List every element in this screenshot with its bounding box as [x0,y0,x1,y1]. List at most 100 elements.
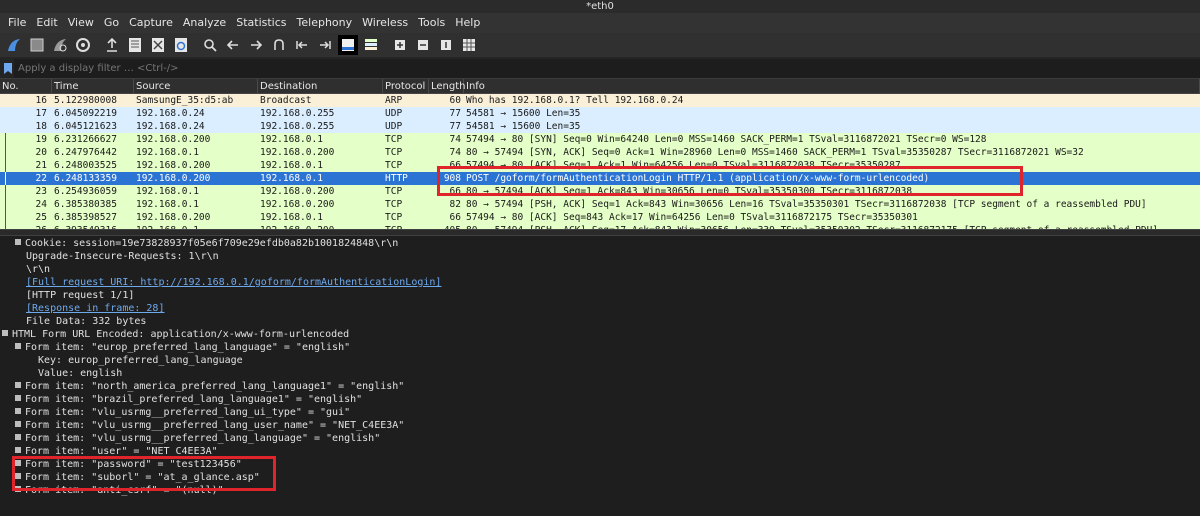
pane-splitter[interactable] [0,229,1200,236]
column-info[interactable]: Info [464,79,1200,93]
detail-tree-item[interactable]: Key: europ_preferred_lang_language [0,354,1200,367]
detail-link-text[interactable]: [Full request URI: http://192.168.0.1/go… [26,277,441,288]
menu-capture[interactable]: Capture [124,13,178,33]
reload-icon[interactable] [171,35,191,55]
menu-file[interactable]: File [3,13,31,33]
packet-row[interactable]: 18 6.045121623 192.168.0.24 192.168.0.255 UD… [0,120,1200,133]
options-gear-icon[interactable] [73,35,93,55]
packet-row[interactable]: 22 6.248133359 192.168.0.200 192.168.0.1 HTT… [0,172,1200,185]
find-magnifier-icon[interactable] [200,35,220,55]
menu-view[interactable]: View [63,13,99,33]
detail-text: Form item: "user" = "NET_C4EE3A" [25,446,218,457]
detail-tree-item[interactable]: Form item: "vlu_usrmg__preferred_lang_la… [0,432,1200,445]
packet-source-cell: 192.168.0.200 [136,160,211,171]
zoom-in-icon[interactable] [390,35,410,55]
open-file-icon[interactable] [102,35,122,55]
restart-fin-icon[interactable] [50,35,70,55]
menu-analyze[interactable]: Analyze [178,13,231,33]
go-back-arrow-icon[interactable] [223,35,243,55]
detail-tree-item[interactable]: Form item: "vlu_usrmg__preferred_lang_us… [0,419,1200,432]
detail-tree-item[interactable]: Form item: "suborl" = "at_a_glance.asp" [0,471,1200,484]
shark-fin-start-icon[interactable] [4,35,24,55]
detail-tree-item[interactable]: Form item: "north_america_preferred_lang… [0,380,1200,393]
detail-tree-item[interactable]: Form item: "password" = "test123456" [0,458,1200,471]
detail-tree-item[interactable]: Cookie: session=19e73828937f05e6f709e29e… [0,237,1200,250]
packet-destination-cell: 192.168.0.200 [258,224,383,229]
last-packet-icon[interactable] [315,35,335,55]
tree-expander-icon[interactable] [15,395,21,401]
packet-row[interactable]: 21 6.248003525 192.168.0.200 192.168.0.1 TCP… [0,159,1200,172]
menu-help[interactable]: Help [450,13,485,33]
detail-tree-item[interactable]: HTML Form URL Encoded: application/x-www… [0,328,1200,341]
close-file-icon[interactable] [148,35,168,55]
tree-expander-icon[interactable] [15,343,21,349]
detail-tree-item[interactable]: File Data: 332 bytes [0,315,1200,328]
packet-no-cell: 23 [35,186,47,197]
go-forward-arrow-icon[interactable] [246,35,266,55]
normal-size-icon[interactable] [436,35,456,55]
tree-expander-icon[interactable] [15,434,21,440]
packet-row[interactable]: 20 6.247976442 192.168.0.1 192.168.0.200 TCP… [0,146,1200,159]
packet-source-cell: 192.168.0.200 [136,173,211,184]
column-no[interactable]: No. [0,79,52,93]
tree-expander-icon[interactable] [15,473,21,479]
tree-expander-icon[interactable] [15,408,21,414]
packet-row[interactable]: 23 6.254936059 192.168.0.1 192.168.0.200 TCP… [0,185,1200,198]
column-destination[interactable]: Destination [258,79,383,93]
detail-tree-item[interactable]: [HTTP request 1/1] [0,289,1200,302]
zoom-out-icon[interactable] [413,35,433,55]
detail-tree-item[interactable]: Form item: "europ_preferred_lang_languag… [0,341,1200,354]
bookmark-icon[interactable] [4,61,14,75]
packet-row[interactable]: 25 6.385398527 192.168.0.200 192.168.0.1 TCP… [0,211,1200,224]
display-filter-bar [0,58,1200,79]
tree-expander-icon[interactable] [15,486,21,492]
tree-expander-icon[interactable] [15,421,21,427]
menu-go[interactable]: Go [99,13,124,33]
column-protocol[interactable]: Protocol [383,79,429,93]
packet-row[interactable]: 266.393549316192.168.0.1192.168.0.200TCP… [0,224,1200,229]
save-file-icon[interactable] [125,35,145,55]
detail-tree-item[interactable]: Form item: "user" = "NET_C4EE3A" [0,445,1200,458]
packet-length-cell: 77 [449,108,461,119]
packet-destination-cell: 192.168.0.1 [260,212,323,223]
menu-tools[interactable]: Tools [413,13,450,33]
packet-row[interactable]: 24 6.385380385 192.168.0.1 192.168.0.200 TCP… [0,198,1200,211]
detail-tree-item[interactable]: Value: english [0,367,1200,380]
go-to-packet-icon[interactable] [269,35,289,55]
menu-bar: File Edit View Go Capture Analyze Statis… [0,13,1200,33]
packet-row[interactable]: 17 6.045092219 192.168.0.24 192.168.0.255 UD… [0,107,1200,120]
menu-wireless[interactable]: Wireless [357,13,413,33]
detail-tree-item[interactable]: \r\n [0,263,1200,276]
tree-expander-icon[interactable] [15,382,21,388]
detail-tree-item[interactable]: [Response in frame: 28] [0,302,1200,315]
detail-tree-item[interactable]: Form item: "brazil_preferred_lang_langua… [0,393,1200,406]
menu-statistics[interactable]: Statistics [231,13,291,33]
detail-tree-item[interactable]: [Full request URI: http://192.168.0.1/go… [0,276,1200,289]
tree-expander-icon[interactable] [15,239,21,245]
packet-time-cell: 6.045092219 [54,108,117,119]
packet-no-cell: 25 [35,212,47,223]
detail-tree-item[interactable]: Form item: "vlu_usrmg__preferred_lang_ui… [0,406,1200,419]
tree-expander-icon[interactable] [15,447,21,453]
display-filter-input[interactable] [14,58,1200,78]
packet-row[interactable]: 16 5.122980008 SamsungE_35:d5:ab Broadcast A… [0,94,1200,107]
tree-expander-icon[interactable] [15,460,21,466]
packet-row[interactable]: 19 6.231266627 192.168.0.200 192.168.0.1 TCP… [0,133,1200,146]
column-source[interactable]: Source [134,79,258,93]
detail-tree-item[interactable]: Upgrade-Insecure-Requests: 1\r\n [0,250,1200,263]
stop-square-icon[interactable] [27,35,47,55]
first-packet-icon[interactable] [292,35,312,55]
conversation-bracket [5,198,6,211]
column-length[interactable]: Length [429,79,466,93]
tree-expander-icon[interactable] [2,330,8,336]
colorize-icon[interactable] [361,35,381,55]
resize-columns-icon[interactable] [459,35,479,55]
column-time[interactable]: Time [52,79,134,93]
detail-tree-item[interactable]: Form item: "anti_csrf" = "(null)" [0,484,1200,497]
menu-telephony[interactable]: Telephony [292,13,358,33]
menu-edit[interactable]: Edit [31,13,62,33]
autoscroll-icon[interactable] [338,35,358,55]
detail-link-text[interactable]: [Response in frame: 28] [26,303,164,314]
packet-length-cell: 66 [449,186,461,197]
conversation-bracket [5,146,6,159]
